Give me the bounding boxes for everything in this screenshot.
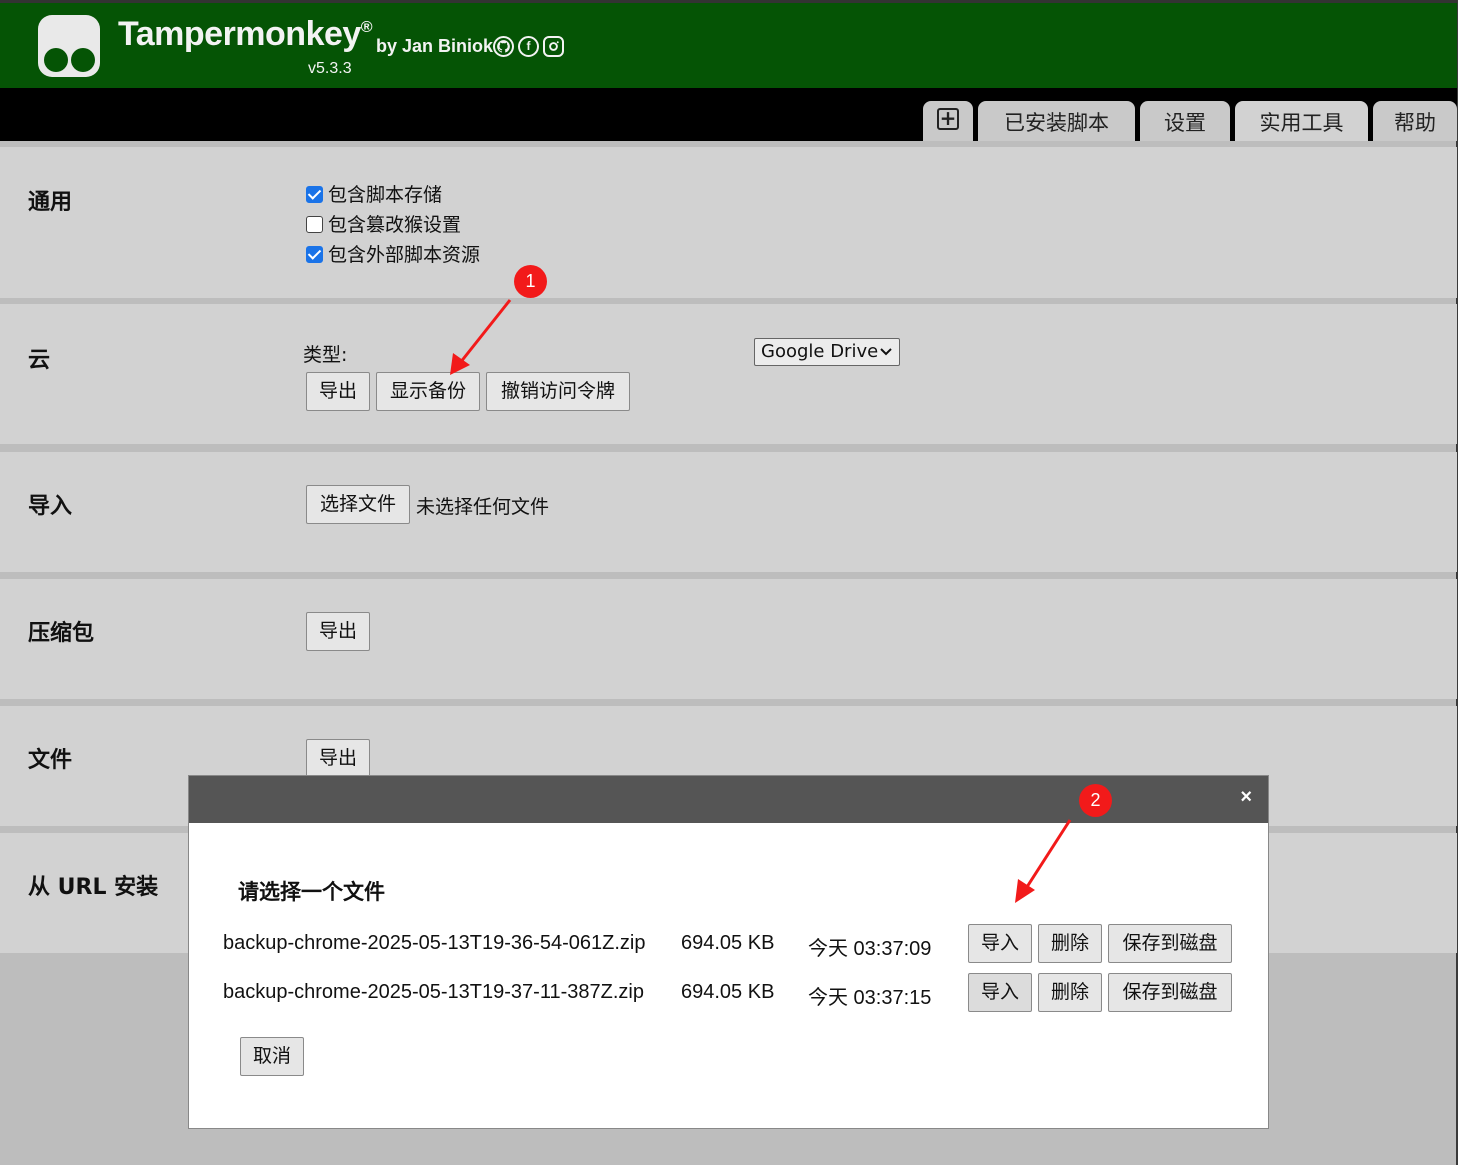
section-label: 从 URL 安装 <box>28 875 159 900</box>
section-label: 云 <box>28 348 51 373</box>
backup-file-name: backup-chrome-2025-05-13T19-37-11-387Z.z… <box>223 981 644 1003</box>
annotation-arrow-2 <box>1015 819 1072 903</box>
checkbox-checked[interactable] <box>306 186 323 203</box>
tampermonkey-logo-icon <box>38 15 100 77</box>
tab-settings[interactable]: 设置 <box>1140 101 1230 141</box>
annotation-arrow-1 <box>450 299 512 375</box>
section-label: 压缩包 <box>28 621 95 646</box>
dialog-title: 请选择一个文件 <box>238 880 385 904</box>
chevron-down-icon <box>879 339 893 374</box>
close-icon[interactable]: × <box>1240 786 1252 809</box>
checkbox-checked[interactable] <box>306 246 323 263</box>
app-author: by Jan Biniok <box>376 36 494 56</box>
plus-square-icon: + <box>937 108 959 130</box>
backup-file-time: 今天 03:37:09 <box>808 938 932 960</box>
delete-backup-button[interactable]: 删除 <box>1038 924 1102 963</box>
annotation-badge-2: 2 <box>1079 784 1112 817</box>
zip-export-button[interactable]: 导出 <box>306 612 370 651</box>
option-include-script-storage[interactable]: 包含脚本存储 <box>306 180 442 207</box>
annotation-badge-1: 1 <box>514 265 547 298</box>
tab-new-script[interactable]: + <box>923 101 973 141</box>
option-include-tampermonkey-settings[interactable]: 包含篡改猴设置 <box>306 210 461 237</box>
app-title: Tampermonkey® <box>118 15 373 53</box>
section-import: 导入 选择文件 未选择任何文件 <box>0 452 1457 572</box>
section-label: 导入 <box>28 494 73 519</box>
app-version: v5.3.3 <box>308 60 352 77</box>
backup-file-size: 694.05 KB <box>681 932 775 954</box>
backup-file-name: backup-chrome-2025-05-13T19-36-54-061Z.z… <box>223 932 646 954</box>
facebook-icon[interactable]: f <box>518 36 539 57</box>
backup-file-size: 694.05 KB <box>681 981 775 1003</box>
section-general: 通用 包含脚本存储 包含篡改猴设置 包含外部脚本资源 <box>0 147 1457 298</box>
tab-installed-scripts[interactable]: 已安装脚本 <box>978 101 1135 141</box>
save-to-disk-button[interactable]: 保存到磁盘 <box>1108 973 1232 1012</box>
backup-row: backup-chrome-2025-05-13T19-37-11-387Z.z… <box>189 973 1268 1013</box>
app-header: Tampermonkey® by Jan Biniok v5.3.3 f <box>0 0 1457 88</box>
section-zip: 压缩包 导出 <box>0 579 1457 699</box>
instagram-icon[interactable] <box>543 36 564 57</box>
tab-utilities[interactable]: 实用工具 <box>1235 101 1368 141</box>
tab-bar: + 已安装脚本 设置 实用工具 帮助 <box>0 88 1457 141</box>
section-label: 通用 <box>28 190 73 215</box>
save-to-disk-button[interactable]: 保存到磁盘 <box>1108 924 1232 963</box>
choose-file-button[interactable]: 选择文件 <box>306 485 410 524</box>
file-export-button[interactable]: 导出 <box>306 739 370 778</box>
cloud-type-select[interactable]: Google Drive <box>754 338 900 366</box>
tab-help[interactable]: 帮助 <box>1373 101 1457 141</box>
cloud-export-button[interactable]: 导出 <box>306 372 370 411</box>
cloud-type-label: 类型: <box>303 344 348 366</box>
checkbox-unchecked[interactable] <box>306 216 323 233</box>
import-backup-button[interactable]: 导入 <box>968 973 1032 1012</box>
background-window-edge <box>1458 0 1470 1165</box>
backup-row: backup-chrome-2025-05-13T19-36-54-061Z.z… <box>189 924 1268 964</box>
import-backup-button[interactable]: 导入 <box>968 924 1032 963</box>
delete-backup-button[interactable]: 删除 <box>1038 973 1102 1012</box>
backup-file-time: 今天 03:37:15 <box>808 987 932 1009</box>
cancel-button[interactable]: 取消 <box>240 1037 304 1076</box>
no-file-chosen-text: 未选择任何文件 <box>416 496 550 518</box>
section-cloud: 云 类型: Google Drive 导出 显示备份 撤销访问令牌 <box>0 304 1457 444</box>
section-label: 文件 <box>28 748 73 773</box>
backup-select-dialog: × 请选择一个文件 backup-chrome-2025-05-13T19-36… <box>188 775 1269 1129</box>
option-include-external-resources[interactable]: 包含外部脚本资源 <box>306 240 480 267</box>
github-icon[interactable] <box>493 36 514 57</box>
